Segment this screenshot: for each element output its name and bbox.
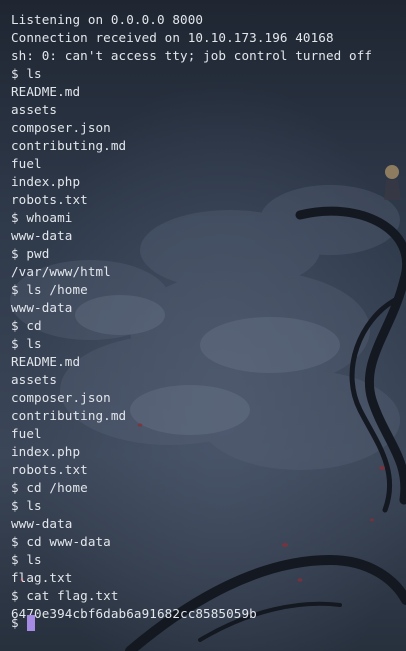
terminal-line: 6470e394cbf6dab6a91682cc8585059b [11,606,257,621]
terminal-line: README.md [11,354,81,369]
terminal-line: $ cd /home [11,480,88,495]
terminal-line: fuel [11,156,42,171]
terminal-window[interactable]: Listening on 0.0.0.0 8000 Connection rec… [0,0,406,651]
terminal-line: www-data [11,300,73,315]
terminal-prompt[interactable]: $ [11,614,35,632]
terminal-line: $ whoami [11,210,73,225]
terminal-line: contributing.md [11,408,127,423]
terminal-line: $ cat flag.txt [11,588,119,603]
terminal-line: index.php [11,444,81,459]
terminal-line: sh: 0: can't access tty; job control tur… [11,48,373,63]
terminal-line: flag.txt [11,570,73,585]
terminal-line: $ ls [11,552,42,567]
terminal-line: composer.json [11,390,111,405]
terminal-line: composer.json [11,120,111,135]
terminal-line: robots.txt [11,462,88,477]
terminal-line: Listening on 0.0.0.0 8000 [11,12,204,27]
terminal-line: www-data [11,516,73,531]
terminal-line: Connection received on 10.10.173.196 401… [11,30,334,45]
terminal-line: README.md [11,84,81,99]
terminal-line: robots.txt [11,192,88,207]
terminal-line: $ cd www-data [11,534,111,549]
terminal-line: $ ls /home [11,282,88,297]
terminal-line: fuel [11,426,42,441]
terminal-output: Listening on 0.0.0.0 8000 Connection rec… [11,0,372,623]
terminal-line: $ pwd [11,246,50,261]
terminal-line: /var/www/html [11,264,111,279]
text-cursor [26,615,35,631]
prompt-symbol: $ [11,615,19,630]
terminal-line: index.php [11,174,81,189]
terminal-line: $ cd [11,318,42,333]
terminal-line: $ ls [11,66,42,81]
terminal-line: assets [11,372,58,387]
terminal-line: assets [11,102,58,117]
terminal-line: www-data [11,228,73,243]
terminal-line: $ ls [11,498,42,513]
terminal-line: $ ls [11,336,42,351]
terminal-line: contributing.md [11,138,127,153]
